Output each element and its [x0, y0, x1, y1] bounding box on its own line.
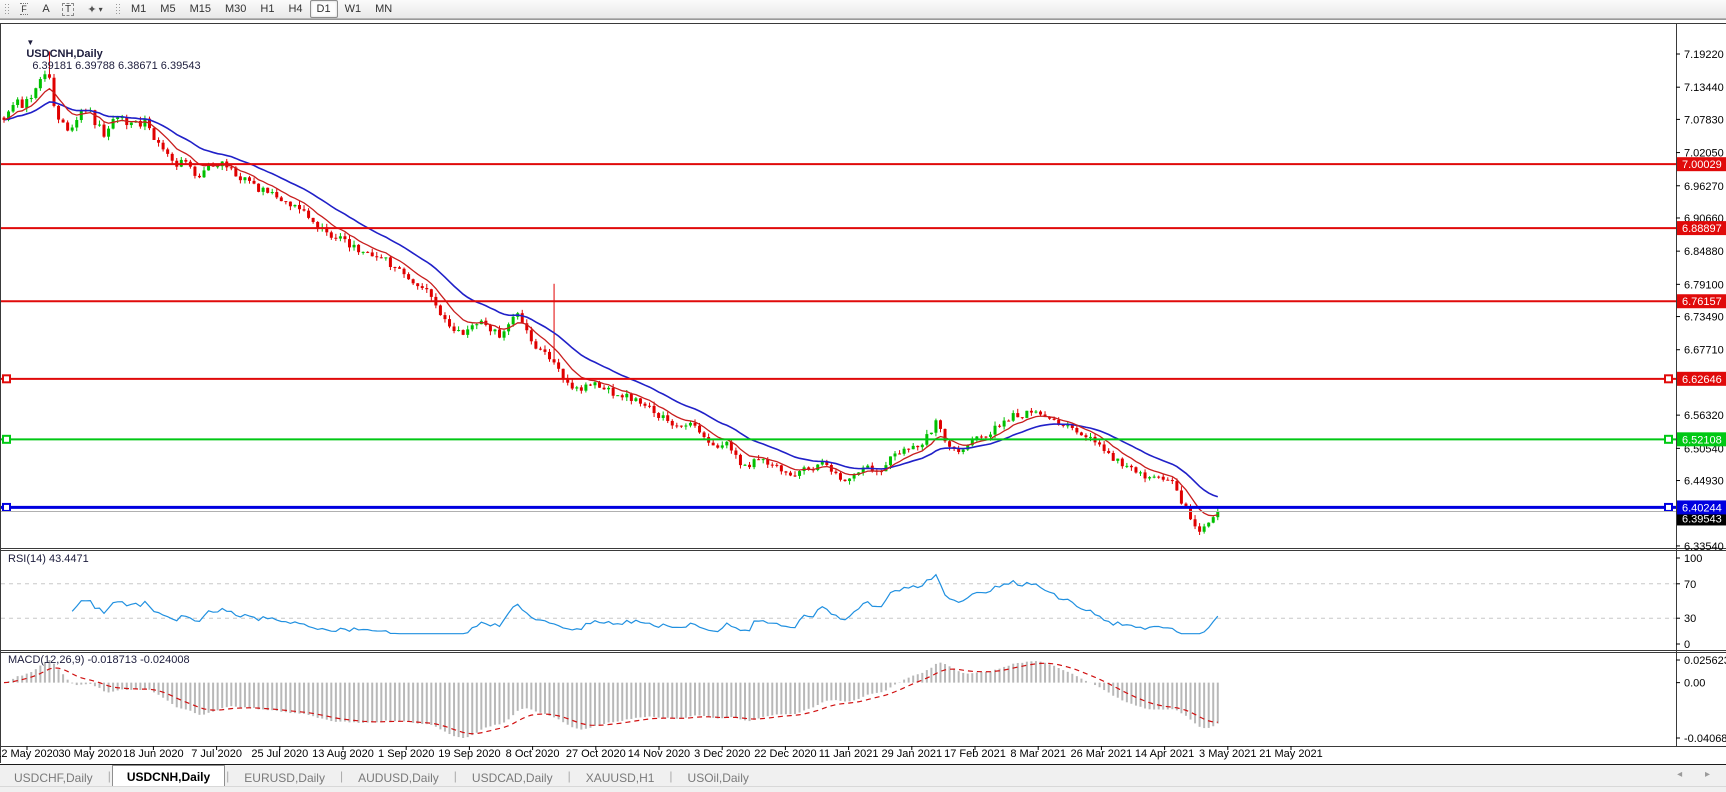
chart-collapse-icon[interactable]: ▼ [26, 38, 34, 47]
rsi-axis-label: 100 [1684, 553, 1702, 565]
date-label: 22 Dec 2020 [754, 748, 816, 760]
date-label: 12 May 2020 [0, 748, 59, 760]
date-label: 8 Mar 2021 [1010, 748, 1066, 760]
date-label: 17 Feb 2021 [944, 748, 1006, 760]
macd-histogram [4, 660, 1218, 738]
rsi-indicator-label: RSI(14) 43.4471 [8, 553, 89, 565]
timeframe-button-m30[interactable]: M30 [218, 0, 253, 18]
rsi-axis-label: 70 [1684, 579, 1696, 591]
date-label: 1 Sep 2020 [378, 748, 434, 760]
line-price-badge-6.40244: 6.40244 [1677, 500, 1726, 514]
tab-audusd-daily[interactable]: AUDUSD,Daily [344, 768, 453, 787]
price-axis-label: 6.79100 [1684, 279, 1724, 291]
svg-text:6.40244: 6.40244 [1682, 502, 1722, 514]
date-label: 27 Oct 2020 [566, 748, 626, 760]
rsi-axis-label: 0 [1684, 639, 1690, 651]
timeframe-button-d1[interactable]: D1 [310, 0, 338, 18]
price-axis-label: 7.13440 [1684, 82, 1724, 94]
line-price-badge-6.76157: 6.76157 [1677, 294, 1726, 308]
line-handle[interactable] [1665, 436, 1672, 443]
date-label: 18 Jun 2020 [123, 748, 184, 760]
rsi-axis: 100 70 30 0 [1676, 553, 1702, 651]
line-handle[interactable] [3, 375, 10, 382]
fibonacci-tool-icon[interactable]: F [13, 0, 35, 18]
timeframe-button-mn[interactable]: MN [368, 0, 399, 18]
line-price-badge-6.52108: 6.52108 [1677, 432, 1726, 446]
date-label: 13 Aug 2020 [312, 748, 374, 760]
line-price-badge-7.00029: 7.00029 [1677, 157, 1726, 171]
line-handle[interactable] [3, 436, 10, 443]
date-label: 14 Apr 2021 [1135, 748, 1194, 760]
date-label: 11 Jan 2021 [819, 748, 879, 760]
tab-eurusd-daily[interactable]: EURUSD,Daily [230, 768, 339, 787]
svg-text:6.52108: 6.52108 [1682, 434, 1722, 446]
arrows-tool-icon[interactable]: ✦▾ [79, 0, 111, 18]
line-handle[interactable] [3, 504, 10, 511]
date-label: 14 Nov 2020 [628, 748, 690, 760]
svg-text:6.62646: 6.62646 [1682, 374, 1722, 386]
chart-canvas[interactable]: 7.192207.134407.078307.020506.962706.906… [0, 19, 1726, 764]
text-tool-icon[interactable]: A [35, 0, 57, 18]
date-label: 3 Dec 2020 [694, 748, 750, 760]
timeframe-button-m1[interactable]: M1 [124, 0, 153, 18]
price-axis-label: 6.33540 [1684, 541, 1724, 553]
tab-usdcad-daily[interactable]: USDCAD,Daily [458, 768, 567, 787]
tab-usdcnh-daily[interactable]: USDCNH,Daily [112, 765, 225, 787]
chart-symbol-label: USDCNH,Daily [26, 48, 102, 60]
toolbar-grip [4, 3, 9, 15]
tab-scroll-arrows[interactable]: ◂ ▸ [1677, 769, 1720, 780]
line-price-badge-6.62646: 6.62646 [1677, 372, 1726, 386]
date-label: 30 May 2020 [58, 748, 122, 760]
rsi-axis-label: 30 [1684, 613, 1696, 625]
tab-usdchf-daily[interactable]: USDCHF,Daily [0, 768, 107, 787]
timeframe-button-m15[interactable]: M15 [183, 0, 218, 18]
price-axis-label: 6.56320 [1684, 410, 1724, 422]
date-label: 3 May 2021 [1199, 748, 1256, 760]
svg-text:7.00029: 7.00029 [1682, 159, 1722, 171]
svg-text:6.76157: 6.76157 [1682, 296, 1722, 308]
macd-axis-label: 0.00 [1684, 678, 1705, 690]
date-axis: 12 May 202030 May 202018 Jun 2020 7 Jul 2… [0, 746, 1323, 760]
tab-usoil-daily[interactable]: USOil,Daily [674, 768, 763, 787]
timeframe-button-h4[interactable]: H4 [281, 0, 309, 18]
price-axis-label: 6.44930 [1684, 476, 1724, 488]
tab-xauusd-h1[interactable]: XAUUSD,H1 [572, 768, 669, 787]
date-label: 26 Mar 2021 [1071, 748, 1133, 760]
date-label: 29 Jan 2021 [882, 748, 943, 760]
price-axis-label: 7.07830 [1684, 114, 1724, 126]
macd-axis-label: 0.025623 [1684, 655, 1726, 667]
top-toolbar: FAT✦▾ M1M5M15M30H1H4D1W1MN [0, 0, 1726, 19]
line-handle[interactable] [1665, 504, 1672, 511]
price-axis-label: 6.84880 [1684, 246, 1724, 258]
mt4-window: FAT✦▾ M1M5M15M30H1H4D1W1MN 7.19220 7.13440… [0, 0, 1726, 792]
svg-text:6.39543: 6.39543 [1682, 513, 1722, 525]
svg-text:6.88897: 6.88897 [1682, 223, 1722, 235]
macd-axis-label: -0.040687 [1684, 733, 1726, 745]
macd-axis: 0.025623 0.00 -0.040687 [1676, 655, 1726, 745]
timeframe-button-h1[interactable]: H1 [253, 0, 281, 18]
macd-indicator-label: MACD(12,26,9) -0.018713 -0.024008 [8, 654, 190, 666]
toolbar-grip [115, 3, 120, 15]
line-price-badge-6.88897: 6.88897 [1677, 221, 1726, 235]
date-label: 8 Oct 2020 [506, 748, 560, 760]
date-label: 19 Sep 2020 [438, 748, 500, 760]
date-label: 7 Jul 2020 [191, 748, 242, 760]
date-label: 25 Jul 2020 [251, 748, 308, 760]
chart-title: ▼ USDCNH,Daily 6.39181 6.39788 6.38671 6… [8, 24, 201, 84]
chart-tab-bar: USDCHF,Daily|USDCNH,Daily|EURUSD,Daily|A… [0, 764, 1726, 787]
price-axis-label: 6.96270 [1684, 181, 1724, 193]
timeframe-button-m5[interactable]: M5 [153, 0, 182, 18]
timeframe-button-w1[interactable]: W1 [338, 0, 369, 18]
chart-ohlc-values: 6.39181 6.39788 6.38671 6.39543 [32, 60, 200, 72]
date-label: 21 May 2021 [1259, 748, 1323, 760]
candles-layer [3, 51, 1220, 535]
price-axis-label: 6.73490 [1684, 312, 1724, 324]
line-handle[interactable] [1665, 375, 1672, 382]
price-axis-label: 6.67710 [1684, 345, 1724, 357]
status-bar [0, 786, 1726, 792]
text-label-tool-icon[interactable]: T [57, 0, 79, 18]
price-axis-label: 7.19220 [1684, 49, 1724, 61]
chart-window[interactable]: 7.192207.134407.078307.020506.962706.906… [0, 19, 1726, 764]
